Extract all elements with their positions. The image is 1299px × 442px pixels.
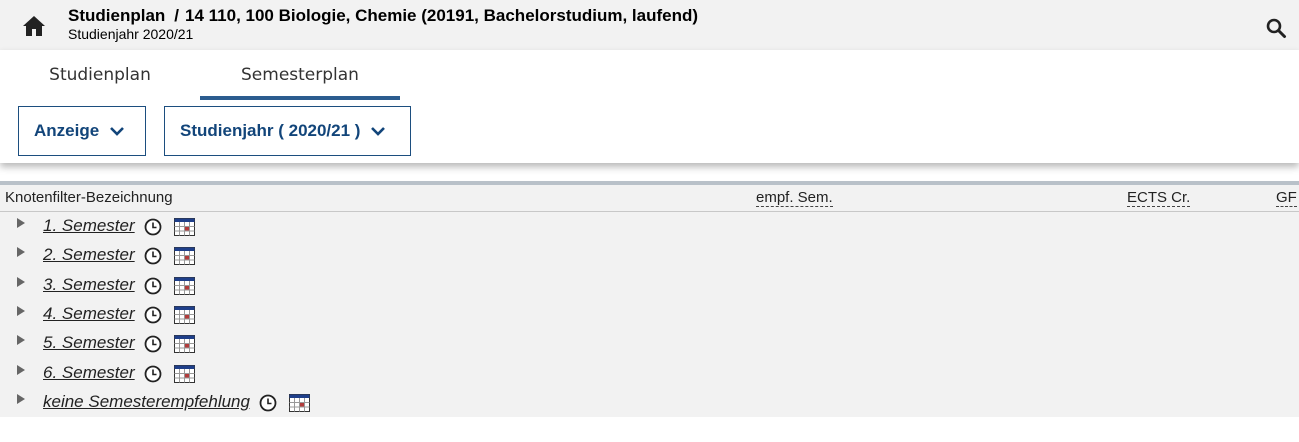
table-header: Knotenfilter-Bezeichnung empf. Sem. ECTS… [0, 185, 1299, 212]
anzeige-dropdown[interactable]: Anzeige [18, 106, 146, 156]
row-icons [259, 394, 310, 412]
column-header-gf: GF [1276, 189, 1297, 207]
tab-semesterplan[interactable]: Semesterplan [200, 50, 400, 100]
semester-link[interactable]: 4. Semester [43, 304, 135, 324]
semester-link[interactable]: 2. Semester [43, 245, 135, 265]
anzeige-dropdown-label: Anzeige [34, 121, 100, 140]
home-icon[interactable] [22, 15, 46, 37]
title-main: Studienplan [68, 6, 166, 25]
semester-link[interactable]: 1. Semester [43, 216, 135, 236]
table-row: 3. Semester [0, 271, 1299, 300]
calendar-icon[interactable] [174, 277, 195, 295]
control-panel: Studienplan Semesterplan Anzeige Studien… [0, 50, 1299, 163]
expand-arrow-icon[interactable] [17, 365, 25, 375]
calendar-icon[interactable] [174, 306, 195, 324]
tab-semesterplan-label: Semesterplan [241, 65, 359, 85]
calendar-icon[interactable] [174, 335, 195, 353]
column-header-ects: ECTS Cr. [1127, 189, 1191, 207]
row-icons [144, 335, 195, 353]
expand-arrow-icon[interactable] [17, 306, 25, 316]
clock-icon[interactable] [144, 218, 162, 236]
expand-arrow-icon[interactable] [17, 335, 25, 345]
column-header-empf-sem: empf. Sem. [756, 189, 833, 207]
table-row: keine Semesterempfehlung [0, 388, 1299, 417]
tab-studienplan-label: Studienplan [49, 65, 151, 85]
clock-icon[interactable] [259, 394, 277, 412]
clock-icon[interactable] [144, 277, 162, 295]
table-row: 4. Semester [0, 300, 1299, 329]
clock-icon[interactable] [144, 365, 162, 383]
semester-link[interactable]: keine Semesterempfehlung [43, 392, 250, 412]
title-separator: / [174, 6, 180, 25]
row-icons [144, 365, 195, 383]
expand-arrow-icon[interactable] [17, 218, 25, 228]
semester-link[interactable]: 6. Semester [43, 363, 135, 383]
clock-icon[interactable] [144, 247, 162, 265]
clock-icon[interactable] [144, 335, 162, 353]
expand-arrow-icon[interactable] [17, 247, 25, 257]
chevron-down-icon [110, 127, 125, 136]
row-icons [144, 218, 195, 236]
row-icons [144, 306, 195, 324]
search-icon[interactable] [1265, 17, 1287, 39]
semester-table: Knotenfilter-Bezeichnung empf. Sem. ECTS… [0, 185, 1299, 417]
calendar-icon[interactable] [289, 394, 310, 412]
tab-studienplan[interactable]: Studienplan [0, 50, 200, 100]
row-icons [144, 277, 195, 295]
expand-arrow-icon[interactable] [17, 277, 25, 287]
table-row: 1. Semester [0, 212, 1299, 241]
table-row: 6. Semester [0, 359, 1299, 388]
calendar-icon[interactable] [174, 247, 195, 265]
column-header-bezeichnung: Knotenfilter-Bezeichnung [5, 189, 173, 206]
expand-arrow-icon[interactable] [17, 394, 25, 404]
table-row: 2. Semester [0, 241, 1299, 270]
studienjahr-dropdown-label: Studienjahr ( 2020/21 ) [180, 121, 361, 140]
semester-link[interactable]: 3. Semester [43, 275, 135, 295]
clock-icon[interactable] [144, 306, 162, 324]
table-row: 5. Semester [0, 329, 1299, 358]
page-subtitle: Studienjahr 2020/21 [68, 26, 194, 42]
active-tab-indicator [200, 96, 400, 100]
studienjahr-dropdown[interactable]: Studienjahr ( 2020/21 ) [164, 106, 411, 156]
calendar-icon[interactable] [174, 365, 195, 383]
page-title: Studienplan / 14 110, 100 Biologie, Chemie… [68, 6, 698, 26]
chevron-down-icon [371, 127, 386, 136]
top-bar: Studienplan / 14 110, 100 Biologie, Chemie… [0, 0, 1299, 50]
calendar-icon[interactable] [174, 218, 195, 236]
row-icons [144, 247, 195, 265]
title-detail: 14 110, 100 Biologie, Chemie (20191, Bac… [185, 6, 699, 25]
semester-link[interactable]: 5. Semester [43, 333, 135, 353]
